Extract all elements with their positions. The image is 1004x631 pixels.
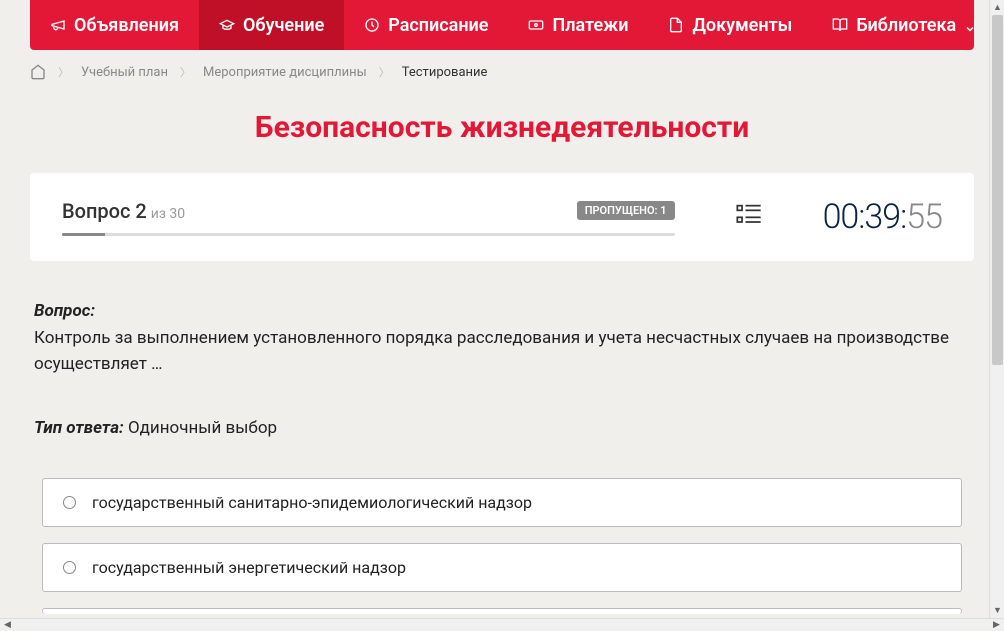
nav-item-label: Библиотека xyxy=(856,15,956,36)
question-label: Вопрос: xyxy=(34,301,95,321)
progress-fill xyxy=(62,233,105,236)
answer-type-value: Одиночный выбор xyxy=(128,418,277,438)
answers-list: государственный санитарно-эпидемиологиче… xyxy=(34,478,970,614)
answer-type-label: Тип ответа: xyxy=(34,418,124,438)
breadcrumb-current: Тестирование xyxy=(402,65,488,80)
chevron-down-icon xyxy=(964,19,976,31)
scroll-left-arrow-icon[interactable]: ◀ xyxy=(0,619,15,631)
megaphone-icon xyxy=(50,17,66,33)
status-panel: Вопрос 2 из 30 ПРОПУЩЕНО: 1 00:39:55 xyxy=(30,173,974,261)
nav-item-label: Объявления xyxy=(74,15,179,36)
graduation-icon xyxy=(219,17,235,33)
nav-schedule[interactable]: Расписание xyxy=(344,0,508,50)
answer-option[interactable] xyxy=(42,608,962,614)
main-nav: Объявления Обучение Расписание Платежи xyxy=(30,0,974,50)
nav-learning[interactable]: Обучение xyxy=(199,0,344,50)
nav-payments[interactable]: Платежи xyxy=(508,0,648,50)
vertical-scrollbar[interactable]: ▲ ▼ xyxy=(989,0,1004,618)
breadcrumb: 〉 Учебный план 〉 Мероприятие дисциплины … xyxy=(30,50,974,94)
nav-library[interactable]: Библиотека xyxy=(812,0,996,50)
scroll-right-arrow-icon[interactable]: ▶ xyxy=(989,619,1004,631)
radio-icon xyxy=(63,561,76,574)
radio-icon xyxy=(63,496,76,509)
timer-main: 00:39: xyxy=(823,197,907,237)
skipped-badge: ПРОПУЩЕНО: 1 xyxy=(577,201,675,220)
chevron-right-icon: 〉 xyxy=(180,64,191,80)
question-number: Вопрос 2 xyxy=(62,199,147,223)
question-list-button[interactable] xyxy=(675,201,823,233)
horizontal-scrollbar[interactable]: ◀ ▶ xyxy=(0,618,1004,630)
payment-icon xyxy=(528,17,544,33)
timer-seconds: 55 xyxy=(906,197,942,237)
page-title: Безопасность жизнедеятельности xyxy=(30,110,974,145)
document-icon xyxy=(668,17,684,33)
question-text: Контроль за выполнением установленного п… xyxy=(34,325,970,378)
chevron-right-icon: 〉 xyxy=(379,64,390,80)
breadcrumb-link[interactable]: Учебный план xyxy=(81,65,168,80)
answer-text: государственный энергетический надзор xyxy=(92,558,406,577)
scroll-down-arrow-icon[interactable]: ▼ xyxy=(990,603,1004,618)
clock-icon xyxy=(364,17,380,33)
chevron-right-icon: 〉 xyxy=(58,64,69,80)
answer-text: государственный санитарно-эпидемиологиче… xyxy=(92,493,532,512)
answer-option[interactable]: государственный санитарно-эпидемиологиче… xyxy=(42,478,962,527)
scrollbar-thumb[interactable] xyxy=(992,15,1003,365)
home-icon[interactable] xyxy=(30,64,46,80)
answer-option[interactable]: государственный энергетический надзор xyxy=(42,543,962,592)
book-icon xyxy=(832,17,848,33)
nav-item-label: Расписание xyxy=(388,15,488,36)
list-icon xyxy=(735,214,763,233)
breadcrumb-link[interactable]: Мероприятие дисциплины xyxy=(203,65,367,80)
question-total: из 30 xyxy=(151,206,185,222)
progress-bar xyxy=(62,233,675,236)
timer: 00:39:55 xyxy=(823,197,942,237)
nav-item-label: Обучение xyxy=(243,15,324,36)
nav-item-label: Платежи xyxy=(552,15,628,36)
nav-announcements[interactable]: Объявления xyxy=(30,0,199,50)
scroll-up-arrow-icon[interactable]: ▲ xyxy=(990,0,1004,15)
nav-item-label: Документы xyxy=(692,15,792,36)
nav-documents[interactable]: Документы xyxy=(648,0,812,50)
